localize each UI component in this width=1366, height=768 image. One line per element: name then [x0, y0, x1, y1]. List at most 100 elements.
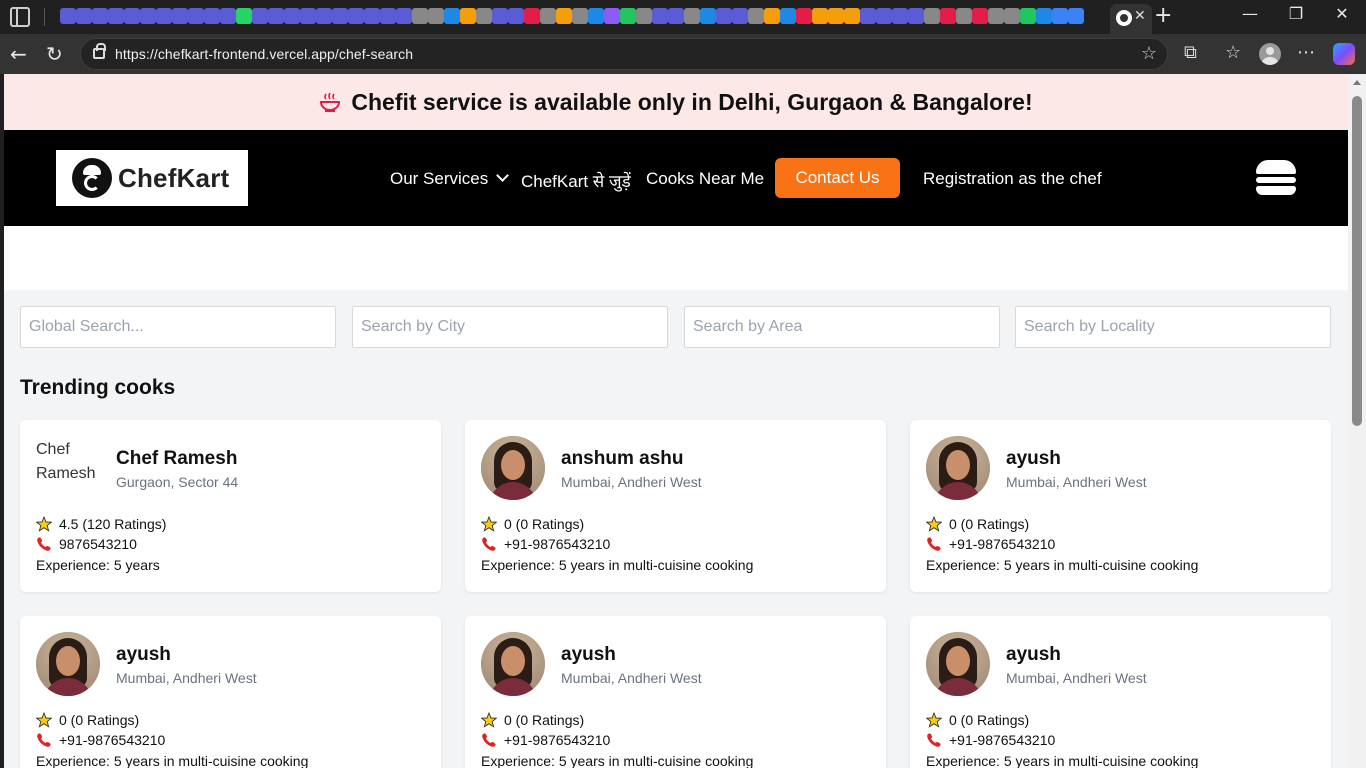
pinned-tab-favicon-icon[interactable]: [60, 8, 76, 24]
phone-text[interactable]: +91-9876543210: [504, 732, 610, 748]
pinned-tab-favicon-icon[interactable]: [204, 8, 220, 24]
pinned-tab-favicon-icon[interactable]: [556, 8, 572, 24]
new-tab-button[interactable]: +: [1154, 3, 1172, 28]
pinned-tab-favicon-icon[interactable]: [684, 8, 700, 24]
pinned-tab-favicon-icon[interactable]: [604, 8, 620, 24]
pinned-tab-favicon-icon[interactable]: [860, 8, 876, 24]
copilot-icon[interactable]: [1333, 43, 1355, 65]
phone-text[interactable]: +91-9876543210: [949, 536, 1055, 552]
extensions-icon[interactable]: ⧉: [1184, 42, 1197, 63]
pinned-tab-favicon-icon[interactable]: [732, 8, 748, 24]
profile-avatar-icon[interactable]: [1259, 43, 1281, 65]
pinned-tab-favicon-icon[interactable]: [316, 8, 332, 24]
pinned-tab-favicon-icon[interactable]: [236, 8, 252, 24]
cook-card[interactable]: ayush Mumbai, Andheri West 0 (0 Ratings) +9…: [910, 420, 1331, 592]
nav-our-services[interactable]: Our Services: [390, 169, 510, 189]
pinned-tab-favicon-icon[interactable]: [636, 8, 652, 24]
chefkart-logo[interactable]: ChefKart: [56, 150, 248, 206]
contact-us-button[interactable]: Contact Us: [775, 158, 900, 198]
pinned-tab-favicon-icon[interactable]: [348, 8, 364, 24]
favorites-icon[interactable]: ☆: [1225, 42, 1241, 63]
pinned-tab-favicon-icon[interactable]: [1068, 8, 1084, 24]
phone-text[interactable]: +91-9876543210: [59, 732, 165, 748]
phone-text[interactable]: +91-9876543210: [949, 732, 1055, 748]
pinned-tab-favicon-icon[interactable]: [476, 8, 492, 24]
pinned-tab-favicon-icon[interactable]: [764, 8, 780, 24]
pinned-tab-favicon-icon[interactable]: [124, 8, 140, 24]
pinned-tab-favicon-icon[interactable]: [716, 8, 732, 24]
pinned-tab-favicon-icon[interactable]: [1020, 8, 1036, 24]
favorite-star-icon[interactable]: ☆: [1141, 43, 1157, 64]
tab-close-icon[interactable]: ✕: [1134, 8, 1146, 24]
pinned-tab-favicon-icon[interactable]: [988, 8, 1004, 24]
pinned-tab-favicon-icon[interactable]: [220, 8, 236, 24]
pinned-tab-favicon-icon[interactable]: [460, 8, 476, 24]
nav-registration[interactable]: Registration as the chef: [923, 169, 1102, 189]
nav-cooks-near-me[interactable]: Cooks Near Me: [646, 169, 764, 189]
pinned-tab-favicon-icon[interactable]: [188, 8, 204, 24]
phone-text[interactable]: +91-9876543210: [504, 536, 610, 552]
pinned-tab-favicon-icon[interactable]: [140, 8, 156, 24]
cook-name[interactable]: ayush: [116, 644, 171, 666]
cook-card[interactable]: ayush Mumbai, Andheri West 0 (0 Ratings) +9…: [20, 616, 441, 768]
pinned-tab-favicon-icon[interactable]: [284, 8, 300, 24]
pinned-tab-favicon-icon[interactable]: [1004, 8, 1020, 24]
pinned-tab-favicon-icon[interactable]: [428, 8, 444, 24]
cook-name[interactable]: ayush: [561, 644, 616, 666]
pinned-tab-favicon-icon[interactable]: [652, 8, 668, 24]
pinned-tab-favicon-icon[interactable]: [156, 8, 172, 24]
pinned-tab-favicon-icon[interactable]: [380, 8, 396, 24]
pinned-tab-favicon-icon[interactable]: [268, 8, 284, 24]
cook-card[interactable]: ayush Mumbai, Andheri West 0 (0 Ratings) +9…: [910, 616, 1331, 768]
global-search-input[interactable]: [20, 306, 336, 348]
close-window-button[interactable]: ✕: [1319, 4, 1365, 23]
pinned-tab-favicon-icon[interactable]: [540, 8, 556, 24]
pinned-tab-favicon-icon[interactable]: [780, 8, 796, 24]
url-text[interactable]: https://chefkart-frontend.vercel.app/che…: [115, 46, 413, 62]
pinned-tab-favicon-icon[interactable]: [508, 8, 524, 24]
pinned-tab-favicon-icon[interactable]: [300, 8, 316, 24]
pinned-tab-favicon-icon[interactable]: [908, 8, 924, 24]
scroll-up-arrow-icon[interactable]: [1353, 80, 1361, 85]
pinned-tab-favicon-icon[interactable]: [252, 8, 268, 24]
pinned-tab-favicon-icon[interactable]: [172, 8, 188, 24]
pinned-tab-favicon-icon[interactable]: [828, 8, 844, 24]
pinned-tab-favicon-icon[interactable]: [572, 8, 588, 24]
pinned-tab-favicon-icon[interactable]: [444, 8, 460, 24]
pinned-tab-favicon-icon[interactable]: [940, 8, 956, 24]
cook-card[interactable]: Chef Ramesh Chef Ramesh Gurgaon, Sector 44…: [20, 420, 441, 592]
pinned-tab-favicon-icon[interactable]: [1052, 8, 1068, 24]
city-search-input[interactable]: [352, 306, 668, 348]
pinned-tab-favicon-icon[interactable]: [396, 8, 412, 24]
cook-name[interactable]: ayush: [1006, 644, 1061, 666]
pinned-tab-favicon-icon[interactable]: [332, 8, 348, 24]
address-bar[interactable]: https://chefkart-frontend.vercel.app/che…: [80, 38, 1168, 70]
pinned-tab-favicon-icon[interactable]: [492, 8, 508, 24]
pinned-tab-favicon-icon[interactable]: [956, 8, 972, 24]
tab-actions-icon[interactable]: [10, 7, 30, 27]
page-scrollbar[interactable]: [1348, 74, 1366, 768]
back-icon[interactable]: ←: [10, 42, 27, 66]
maximize-button[interactable]: ❐: [1273, 4, 1319, 23]
pinned-tab-favicon-icon[interactable]: [876, 8, 892, 24]
pinned-tab-favicon-icon[interactable]: [700, 8, 716, 24]
cook-name[interactable]: Chef Ramesh: [116, 448, 237, 470]
pinned-tab-favicon-icon[interactable]: [748, 8, 764, 24]
pinned-tab-favicon-icon[interactable]: [668, 8, 684, 24]
more-options-icon[interactable]: ⋯: [1297, 42, 1315, 63]
phone-text[interactable]: 9876543210: [59, 536, 137, 552]
pinned-tab-favicon-icon[interactable]: [924, 8, 940, 24]
pinned-tab-favicon-icon[interactable]: [412, 8, 428, 24]
burger-menu-icon[interactable]: [1256, 160, 1296, 196]
area-search-input[interactable]: [684, 306, 1000, 348]
cook-card[interactable]: ayush Mumbai, Andheri West 0 (0 Ratings) +9…: [465, 616, 886, 768]
cook-name[interactable]: anshum ashu: [561, 448, 683, 470]
pinned-tab-favicon-icon[interactable]: [844, 8, 860, 24]
pinned-tab-favicon-icon[interactable]: [364, 8, 380, 24]
pinned-tab-favicon-icon[interactable]: [108, 8, 124, 24]
active-tab[interactable]: ✕: [1110, 4, 1152, 34]
pinned-tab-favicon-icon[interactable]: [92, 8, 108, 24]
cook-name[interactable]: ayush: [1006, 448, 1061, 470]
site-info-icon[interactable]: [93, 43, 106, 59]
pinned-tab-favicon-icon[interactable]: [892, 8, 908, 24]
